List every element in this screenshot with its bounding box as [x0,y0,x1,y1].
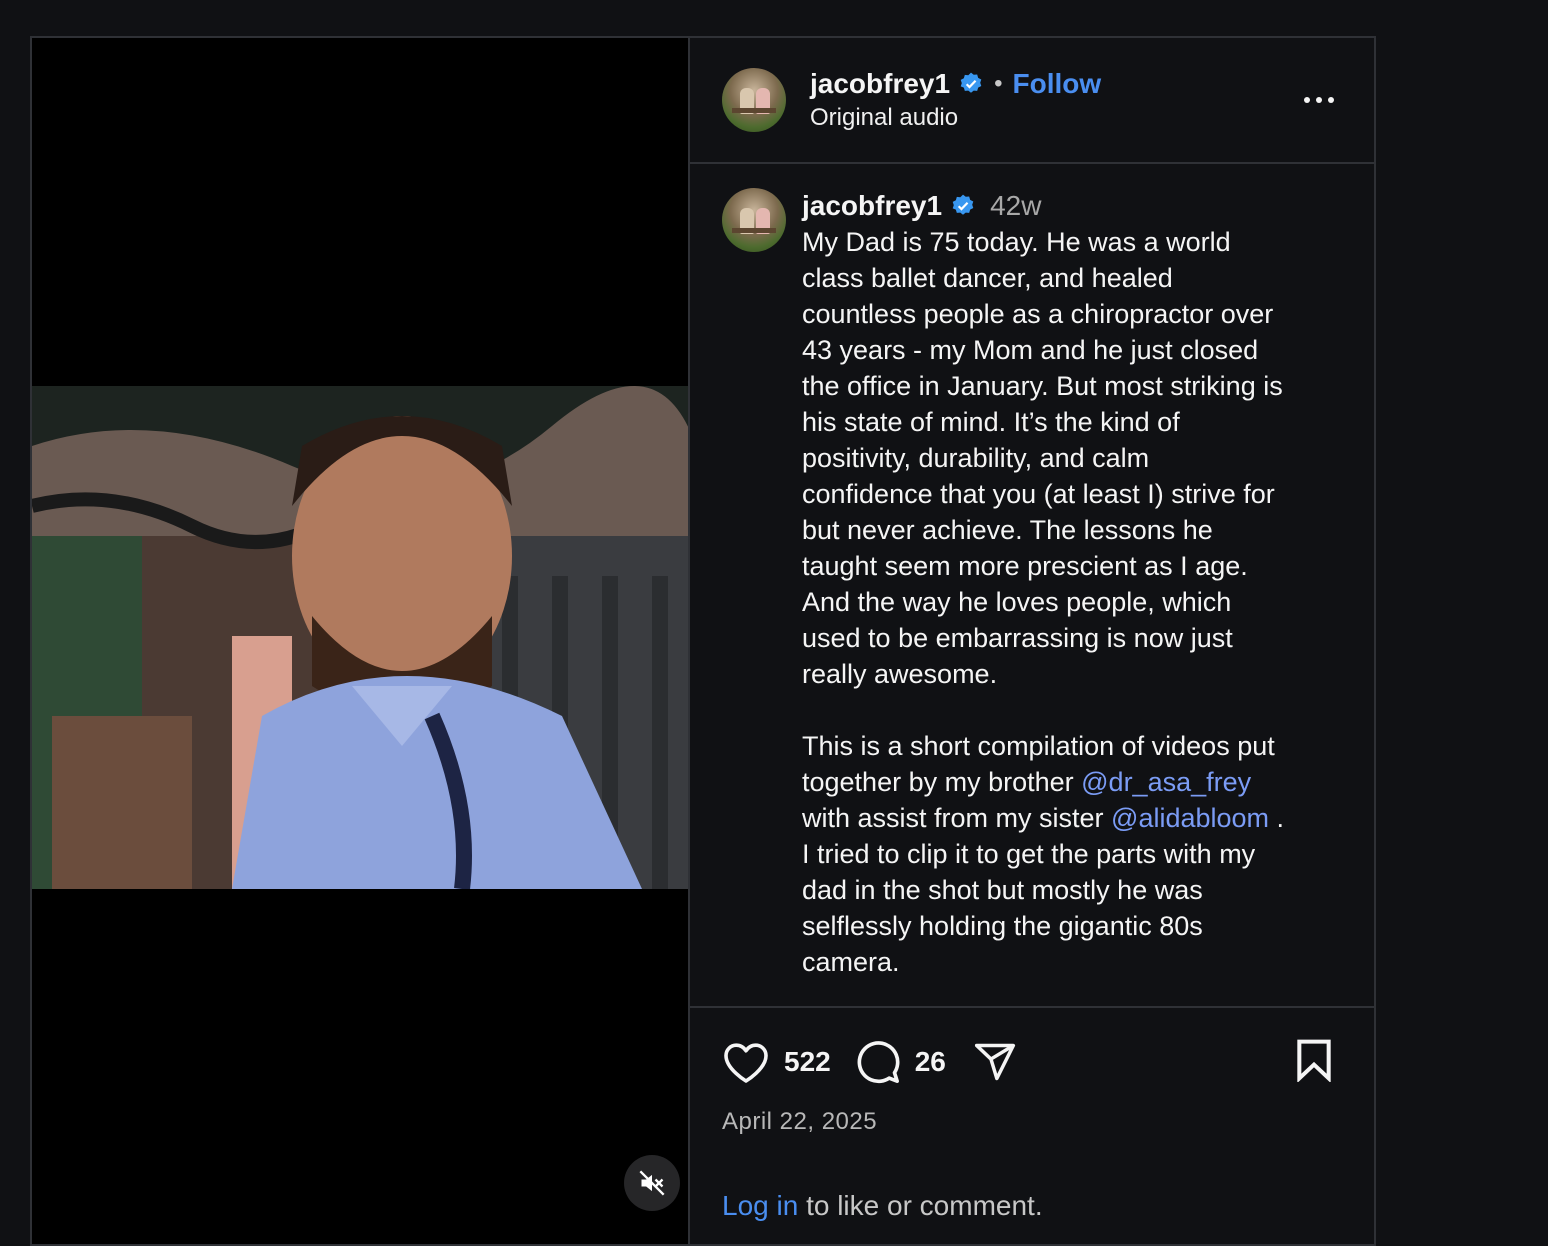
like-button[interactable]: 522 [722,1040,831,1084]
actions-section: 522 26 April 22, 2025 Log in to like or … [690,1008,1374,1222]
bookmark-icon [1297,1039,1331,1083]
caption-section: jacobfrey1 42w My Dad is 75 today. He wa… [690,164,1374,1008]
like-count[interactable]: 522 [784,1046,831,1078]
share-button[interactable] [972,1040,1018,1084]
mention-link[interactable]: @dr_asa_frey [1081,767,1251,797]
avatar[interactable] [722,68,786,132]
caption-username[interactable]: jacobfrey1 [802,188,942,224]
save-button[interactable] [1294,1038,1334,1087]
login-link[interactable]: Log in [722,1190,798,1221]
caption-avatar[interactable] [722,188,786,252]
comment-count[interactable]: 26 [915,1046,946,1078]
video-still [32,386,688,889]
mute-toggle-button[interactable] [624,1155,680,1211]
post-sidebar: jacobfrey1 • Follow Original audio jacob… [690,38,1374,1244]
mention-link[interactable]: @alidabloom [1111,803,1269,833]
follow-button[interactable]: Follow [1012,68,1101,100]
login-prompt: Log in to like or comment. [722,1190,1342,1222]
more-options-icon[interactable] [1304,97,1334,103]
separator-dot: • [994,70,1003,97]
verified-badge-icon [950,193,976,219]
post-container: jacobfrey1 • Follow Original audio jacob… [30,36,1376,1246]
comment-button[interactable]: 26 [855,1039,946,1085]
header-username[interactable]: jacobfrey1 [810,68,950,100]
video-panel[interactable] [32,38,690,1244]
comment-bubble-icon [857,1041,900,1084]
caption-paragraph-2: This is a short compilation of videos pu… [802,728,1342,980]
speaker-muted-icon [639,1170,665,1196]
post-date[interactable]: April 22, 2025 [722,1108,1342,1136]
caption-paragraph-1: My Dad is 75 today. He was a world class… [802,227,1283,689]
login-prompt-text: to like or comment. [798,1190,1043,1221]
heart-icon [724,1043,768,1083]
video-frame[interactable] [32,386,688,889]
share-paper-plane-icon [974,1043,1015,1081]
post-time-ago[interactable]: 42w [990,188,1041,224]
caption-text: with assist from my sister [802,803,1104,833]
original-audio-link[interactable]: Original audio [810,104,1101,132]
verified-badge-icon [958,71,984,97]
post-header: jacobfrey1 • Follow Original audio [690,38,1374,164]
